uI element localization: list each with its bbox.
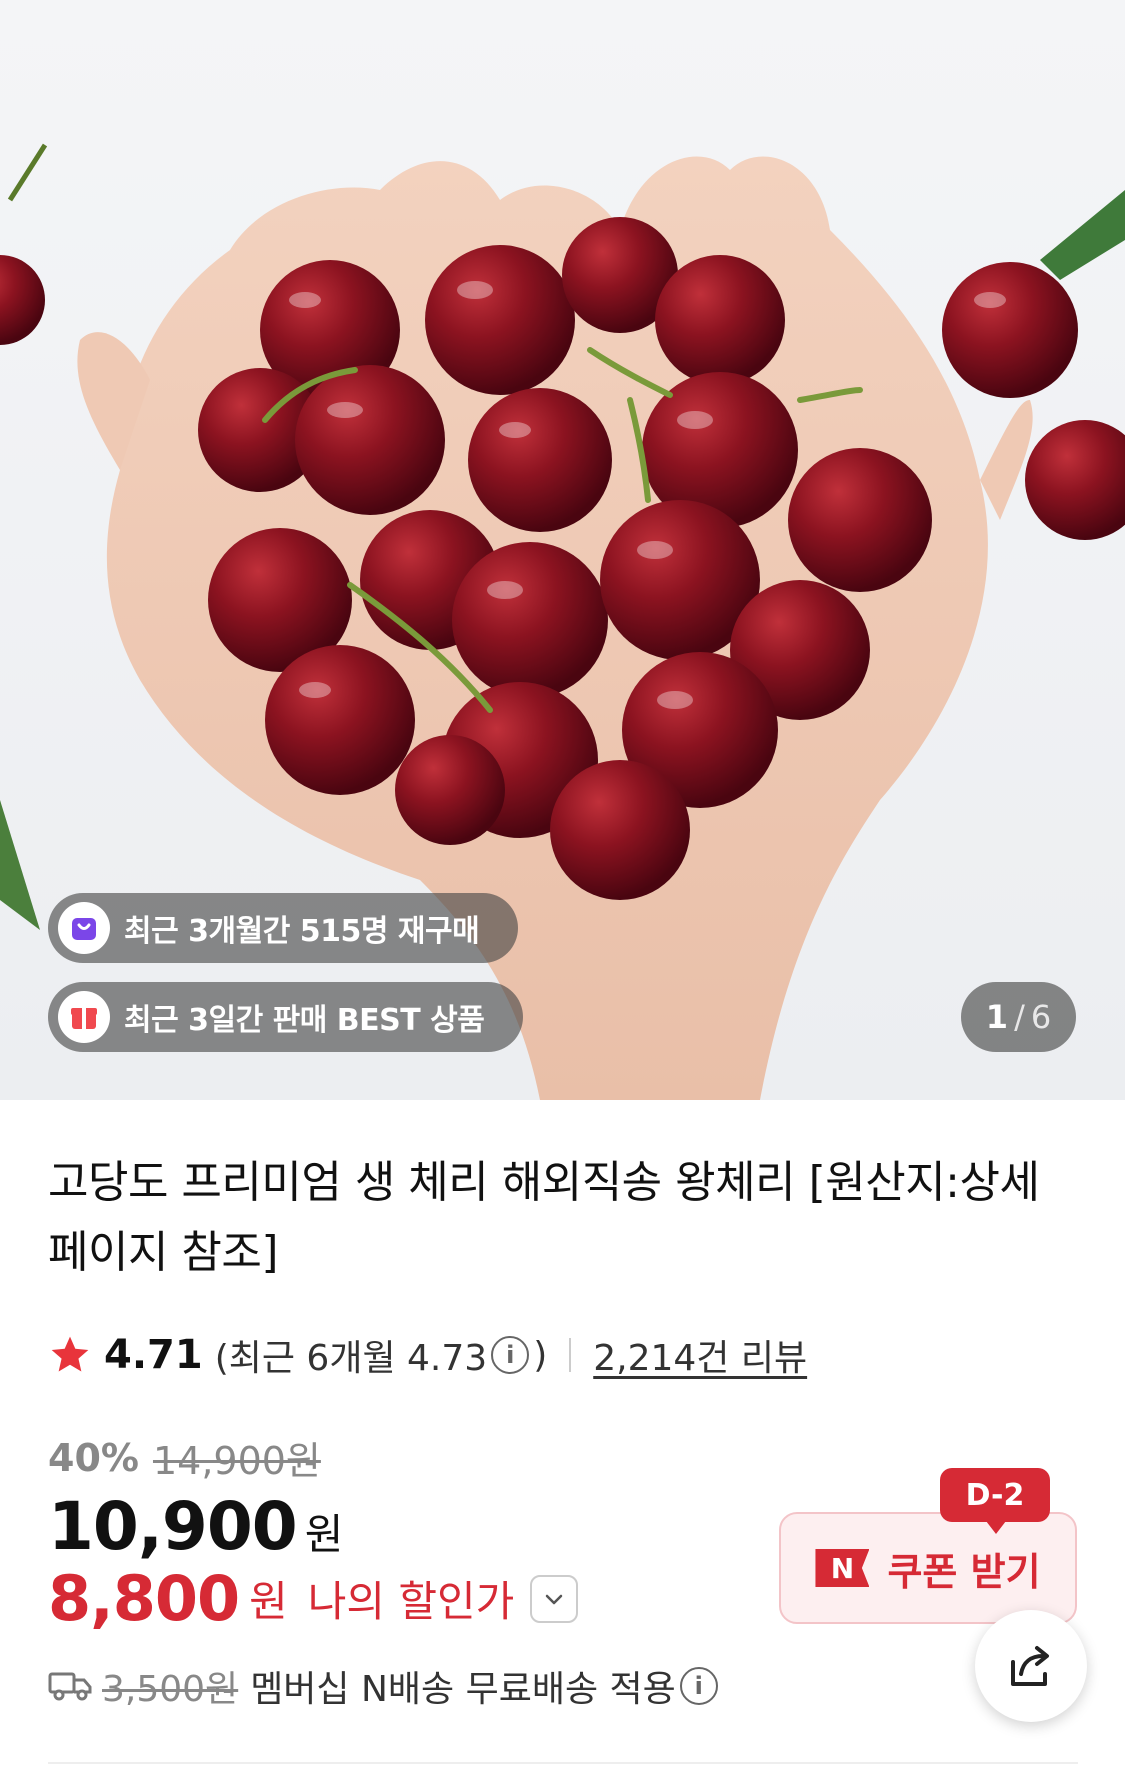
- review-count-link[interactable]: 2,214건 리뷰: [593, 1329, 807, 1381]
- shipping-info-icon[interactable]: i: [679, 1667, 718, 1705]
- recent-rating-text: (최근 6개월 4.73: [214, 1338, 488, 1379]
- info-icon[interactable]: i: [491, 1336, 530, 1374]
- repurchase-badge: 최근 3개월간 515명 재구매: [48, 893, 518, 963]
- coupon-label: 쿠폰 받기: [887, 1549, 1041, 1594]
- my-price-label: 나의 할인가: [307, 1577, 515, 1626]
- image-counter-separator: /: [1014, 998, 1025, 1036]
- sale-price-unit: 원: [304, 1510, 344, 1559]
- best-seller-badge-text: 최근 3일간 판매 BEST 상품: [124, 1003, 485, 1038]
- share-icon: [1011, 1646, 1049, 1686]
- original-shipping-fee: 3,500원: [102, 1669, 239, 1710]
- image-counter-current: 1: [985, 998, 1009, 1036]
- my-price-unit: 원: [249, 1577, 288, 1626]
- discount-rate: 40%: [48, 1435, 139, 1480]
- original-price: 14,900원: [152, 1439, 321, 1483]
- n-pay-badge: N: [815, 1549, 870, 1587]
- rating-row: 4.71 (최근 6개월 4.73 i ) 2,214건 리뷰: [48, 1330, 807, 1380]
- sale-price: 10,900 원: [48, 1488, 343, 1565]
- repurchase-badge-text: 최근 3개월간 515명 재구매: [124, 914, 480, 949]
- star-icon: [51, 1336, 89, 1372]
- gift-box-icon: [58, 991, 110, 1043]
- d-day-badge: D-2: [940, 1468, 1050, 1534]
- my-price-value: 8,800: [48, 1562, 240, 1635]
- coupon-button[interactable]: N 쿠폰 받기: [779, 1512, 1077, 1624]
- divider: [569, 1338, 572, 1372]
- recent-rating: (최근 6개월 4.73 i ): [215, 1329, 548, 1381]
- product-title: 고당도 프리미엄 생 체리 해외직송 왕체리 [원산지:상세페이지 참조]: [48, 1157, 1040, 1278]
- image-counter: 1 / 6: [961, 982, 1076, 1052]
- image-counter-total: 6: [1030, 998, 1052, 1036]
- discount-row: 40% 14,900원: [48, 1430, 321, 1485]
- share-button[interactable]: [975, 1610, 1087, 1722]
- shipping-info: 3,500원 멤버십 N배송 무료배송 적용 i: [48, 1660, 722, 1712]
- product-image-carousel[interactable]: 최근 3개월간 515명 재구매 최근 3일간 판매 BEST 상품 1 / 6: [0, 0, 1125, 1100]
- truck-icon: [48, 1672, 92, 1701]
- chevron-down-icon: [546, 1594, 563, 1604]
- section-divider: [48, 1762, 1078, 1764]
- my-discount-price: 8,800 원 나의 할인가: [48, 1562, 579, 1635]
- shopping-bag-icon: [58, 902, 110, 954]
- expand-price-button[interactable]: [530, 1574, 579, 1623]
- recent-rating-close: ): [533, 1334, 548, 1376]
- sale-price-value: 10,900: [48, 1488, 298, 1565]
- best-seller-badge: 최근 3일간 판매 BEST 상품: [48, 982, 523, 1052]
- shipping-text: 멤버십 N배송 무료배송 적용: [250, 1669, 676, 1710]
- rating-value: 4.71: [104, 1332, 203, 1378]
